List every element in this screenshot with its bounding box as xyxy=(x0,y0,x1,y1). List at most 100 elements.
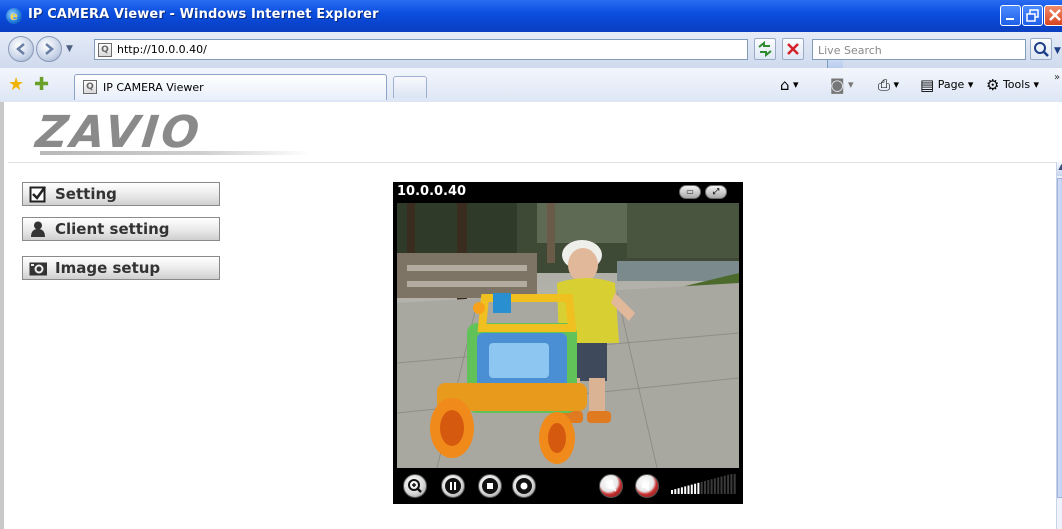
page-favicon: Q xyxy=(98,43,112,57)
minimize-button[interactable] xyxy=(1000,5,1021,26)
volume-bar xyxy=(730,473,733,494)
volume-bar xyxy=(697,482,700,494)
tab-favicon: Q xyxy=(83,80,97,94)
stop-button[interactable] xyxy=(782,38,804,60)
tab-ip-camera-viewer[interactable]: Q IP CAMERA Viewer xyxy=(74,74,387,100)
volume-bar xyxy=(694,483,697,494)
checkbox-icon xyxy=(29,186,47,203)
speaker-button[interactable] xyxy=(635,474,659,498)
scroll-up-arrow[interactable]: ▲ xyxy=(1057,162,1062,176)
address-url: http://10.0.0.40/ xyxy=(117,43,207,56)
volume-bar xyxy=(720,476,723,494)
toolbar-overflow-chevron[interactable]: » xyxy=(1054,72,1060,83)
user-icon xyxy=(31,221,45,237)
volume-bar xyxy=(717,477,720,494)
volume-bar xyxy=(733,472,736,494)
volume-bar xyxy=(671,490,673,494)
minimize-icon xyxy=(1006,18,1014,20)
volume-bar xyxy=(690,484,693,494)
volume-bar xyxy=(710,479,713,494)
restore-icon xyxy=(1026,9,1039,22)
microphone-button[interactable] xyxy=(599,474,623,498)
record-button[interactable] xyxy=(512,474,536,498)
home-icon: ⌂ xyxy=(780,76,790,94)
camera-viewer: 10.0.0.40 ▭ ⤢ xyxy=(393,182,743,504)
page-menu-label: Page xyxy=(937,78,965,91)
add-favorites-icon[interactable]: ✚ xyxy=(34,74,49,95)
pause-button[interactable] xyxy=(441,474,465,498)
volume-bar xyxy=(684,486,687,494)
speaker-icon xyxy=(642,481,649,491)
stop-icon xyxy=(482,478,498,494)
header: ZAVIO xyxy=(8,102,1062,163)
close-icon xyxy=(1049,9,1061,21)
home-button[interactable]: ⌂ ▾ xyxy=(780,76,799,94)
volume-bar xyxy=(713,478,716,494)
snapshot-button[interactable]: ▭ xyxy=(679,185,701,199)
fullscreen-icon: ⤢ xyxy=(712,187,720,196)
volume-bar xyxy=(704,481,706,494)
volume-bar xyxy=(687,485,690,494)
camera-icon xyxy=(29,262,47,276)
volume-bar xyxy=(674,489,677,494)
window-title: IP CAMERA Viewer - Windows Internet Expl… xyxy=(28,7,379,22)
client-setting-button[interactable]: Client setting xyxy=(22,217,220,241)
scrollbar-thumb[interactable] xyxy=(1057,178,1062,498)
forward-button[interactable] xyxy=(36,36,62,62)
stop-video-button[interactable] xyxy=(478,474,502,498)
camera-image xyxy=(397,203,739,468)
page-icon: ▤ xyxy=(920,76,935,94)
zoom-in-icon xyxy=(408,479,422,493)
refresh-button[interactable] xyxy=(754,38,776,60)
recent-pages-dropdown[interactable]: ▼ xyxy=(66,44,73,54)
tools-menu-button[interactable]: ⚙ Tools ▾ xyxy=(986,76,1039,94)
stop-x-icon xyxy=(787,43,799,55)
back-arrow-icon xyxy=(16,43,25,55)
vertical-scrollbar[interactable]: ▲ xyxy=(1056,162,1062,529)
search-placeholder: Live Search xyxy=(818,44,882,57)
tab-title: IP CAMERA Viewer xyxy=(103,81,204,94)
favorites-tab-bar: ★ ✚ Q IP CAMERA Viewer ⌂ ▾ ◙ ▾ ⎙ ▾ ▤ Pag… xyxy=(0,68,1062,103)
volume-slider[interactable] xyxy=(669,472,739,498)
volume-bar xyxy=(707,480,710,494)
live-video-feed[interactable] xyxy=(397,203,739,468)
maximize-button[interactable] xyxy=(1022,5,1043,26)
gear-icon: ⚙ xyxy=(986,76,1000,94)
volume-bar xyxy=(727,474,730,494)
address-input[interactable]: Q http://10.0.0.40/ ▼ xyxy=(94,39,843,68)
favorites-star-icon[interactable]: ★ xyxy=(8,74,24,95)
forward-arrow-icon xyxy=(45,43,54,55)
pause-icon xyxy=(445,478,461,494)
microphone-muted-icon xyxy=(605,480,617,492)
rss-feed-icon: ◙ xyxy=(830,76,845,94)
search-button[interactable] xyxy=(1030,38,1052,60)
record-icon xyxy=(516,478,532,494)
volume-bar xyxy=(700,481,703,494)
volume-bar xyxy=(680,487,683,494)
internet-explorer-icon: e xyxy=(6,8,22,24)
new-tab-button[interactable] xyxy=(393,76,427,98)
volume-level-bars xyxy=(671,472,736,494)
page-menu-button[interactable]: ▤ Page ▾ xyxy=(920,76,973,94)
live-search-input[interactable]: Live Search xyxy=(812,39,1026,60)
setting-button[interactable]: Setting xyxy=(22,182,220,206)
client-setting-label: Client setting xyxy=(55,220,170,238)
fullscreen-button[interactable]: ⤢ xyxy=(705,185,727,199)
volume-bar xyxy=(677,488,680,494)
zoom-button[interactable] xyxy=(403,474,427,498)
image-setup-label: Image setup xyxy=(55,259,161,277)
search-options-dropdown[interactable]: ▼ xyxy=(1054,46,1061,56)
printer-icon: ⎙ xyxy=(878,76,891,94)
tools-menu-label: Tools xyxy=(1002,78,1031,91)
image-setup-button[interactable]: Image setup xyxy=(22,256,220,280)
back-button[interactable] xyxy=(8,36,34,62)
setting-label: Setting xyxy=(55,185,117,203)
close-window-button[interactable] xyxy=(1044,5,1062,26)
print-button[interactable]: ⎙ ▾ xyxy=(878,76,899,94)
logo-underline xyxy=(40,151,310,155)
snapshot-icon: ▭ xyxy=(686,187,694,196)
feeds-button[interactable]: ◙ ▾ xyxy=(830,76,854,94)
camera-ip-label: 10.0.0.40 xyxy=(397,184,467,199)
window-title-bar: e IP CAMERA Viewer - Windows Internet Ex… xyxy=(0,0,1062,32)
search-icon xyxy=(1034,42,1049,57)
